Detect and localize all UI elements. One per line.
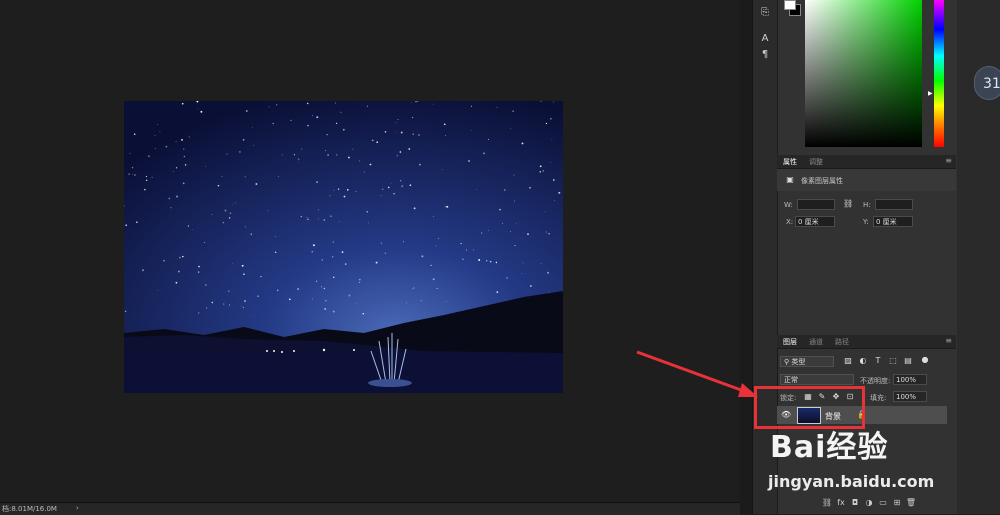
baidu-watermark-logo: Bai经验: [770, 430, 889, 465]
baidu-watermark-url: jingyan.baidu.com: [768, 472, 935, 491]
